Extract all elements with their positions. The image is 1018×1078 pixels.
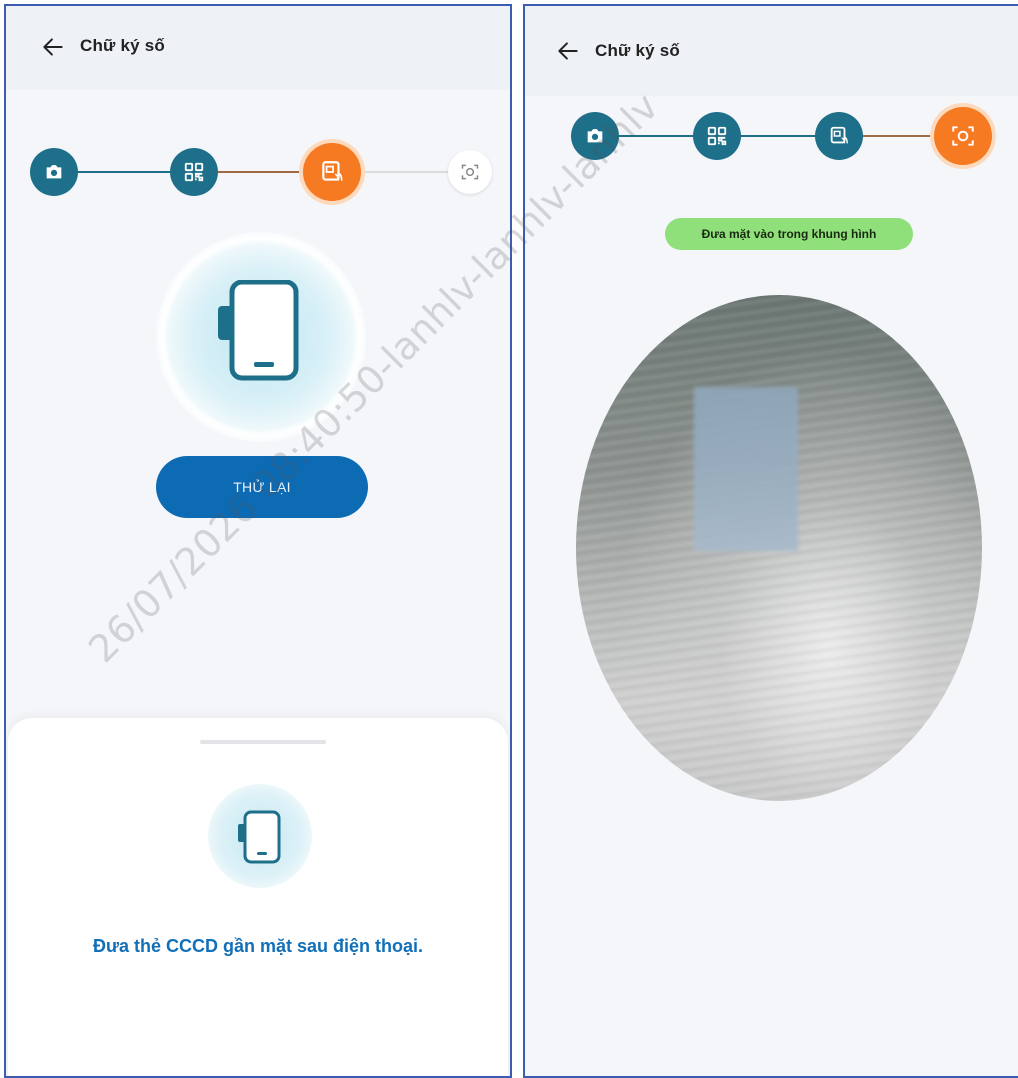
camera-icon — [46, 165, 62, 179]
left-screen: Chữ ký số THỬ LẠI Đưa thẻ CCCD gần mặt s… — [4, 4, 512, 1078]
step-camera — [571, 112, 619, 160]
page-title: Chữ ký số — [80, 36, 165, 55]
blurred-region — [694, 387, 798, 551]
phone-card-icon — [218, 280, 299, 381]
app-header: Chữ ký số — [525, 6, 1018, 96]
retry-button[interactable]: THỬ LẠI — [156, 456, 368, 518]
step-qr — [693, 112, 741, 160]
step-camera — [30, 148, 78, 196]
nfc-card-icon — [322, 161, 343, 181]
qr-code-icon — [184, 162, 204, 182]
page-title: Chữ ký số — [595, 41, 680, 60]
face-scan-icon — [952, 126, 974, 146]
back-arrow-icon[interactable] — [555, 38, 581, 64]
step-nfc — [303, 143, 361, 201]
nfc-card-icon — [830, 126, 848, 144]
camera-icon — [587, 129, 603, 143]
instruction-text: Đưa thẻ CCCD gần mặt sau điện thoại. — [92, 936, 424, 956]
step-face — [448, 150, 492, 194]
step-qr — [170, 148, 218, 196]
face-hint-badge: Đưa mặt vào trong khung hình — [665, 218, 913, 250]
nfc-illustration — [156, 232, 366, 442]
step-face — [934, 107, 992, 165]
drag-handle[interactable] — [200, 740, 326, 744]
bottom-sheet: Đưa thẻ CCCD gần mặt sau điện thoại. — [8, 718, 508, 1076]
camera-preview — [576, 295, 982, 801]
face-scan-icon — [461, 164, 479, 180]
step-nfc — [815, 112, 863, 160]
app-header: Chữ ký số — [6, 6, 510, 90]
sheet-illustration — [208, 784, 312, 888]
back-arrow-icon[interactable] — [40, 34, 66, 60]
qr-code-icon — [707, 126, 727, 146]
phone-card-small-icon — [238, 810, 281, 864]
right-screen: Chữ ký số Đưa mặt vào trong khung hình — [523, 4, 1018, 1078]
